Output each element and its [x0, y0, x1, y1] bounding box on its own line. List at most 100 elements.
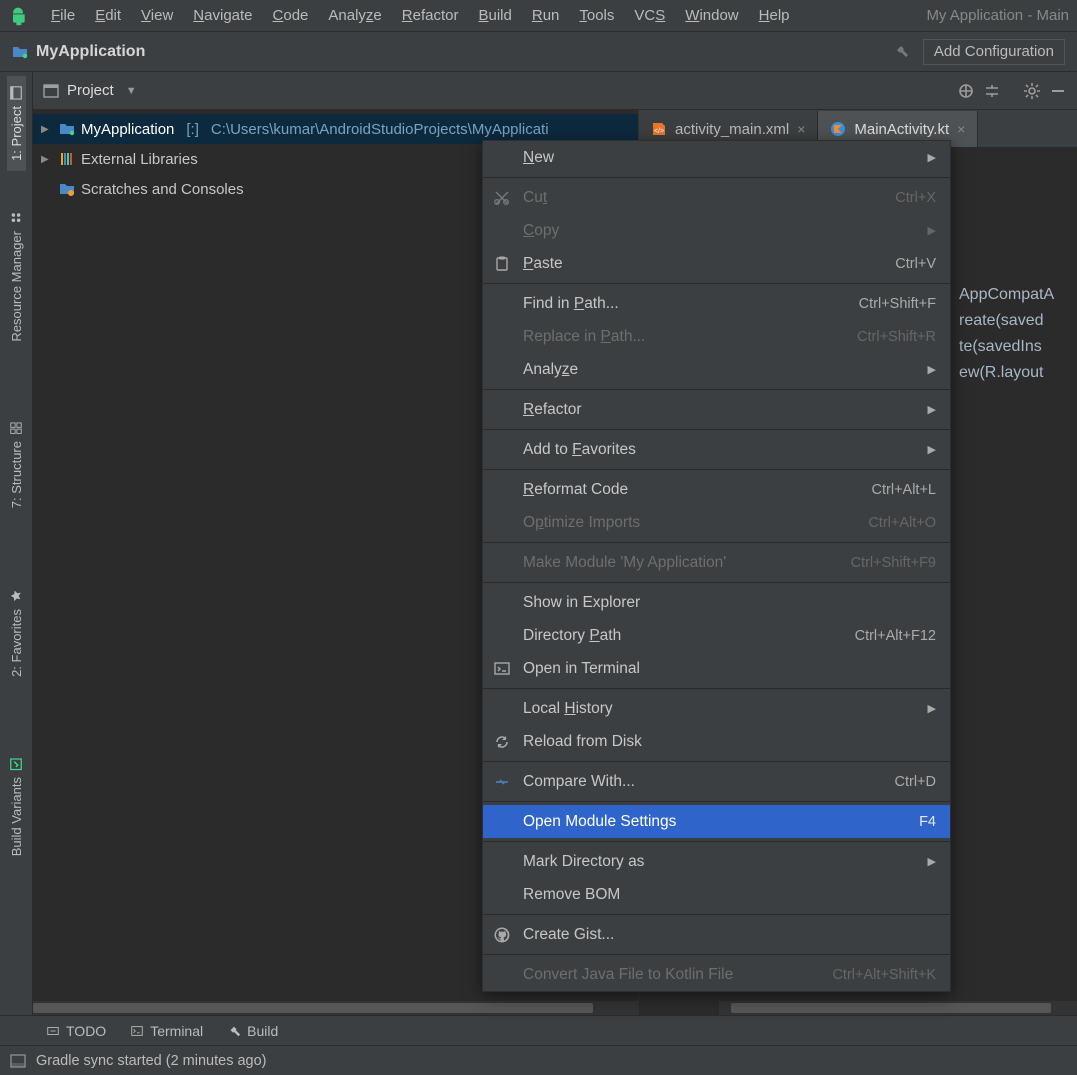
menu-edit[interactable]: Edit [86, 3, 130, 28]
menu-item-open-in-terminal[interactable]: Open in Terminal [483, 652, 950, 685]
menu-refactor[interactable]: Refactor [393, 3, 468, 28]
menu-shortcut: Ctrl+Shift+R [857, 329, 936, 345]
menu-item-label: Refactor [523, 401, 582, 419]
build-icon[interactable] [893, 43, 911, 61]
menu-navigate[interactable]: Navigate [184, 3, 261, 28]
bottom-tab-label: Build [247, 1023, 278, 1039]
menu-item-label: New [523, 149, 554, 167]
left-tab-1-project[interactable]: 1: Project [7, 76, 26, 171]
menu-item-add-to-favorites[interactable]: Add to Favorites▶ [483, 433, 950, 466]
left-tab-icon [9, 211, 23, 225]
bottom-tab-todo[interactable]: TODO [46, 1023, 106, 1039]
hide-tool-icon[interactable] [1049, 82, 1067, 100]
submenu-arrow-icon: ▶ [928, 363, 936, 376]
close-tab-icon[interactable]: × [797, 121, 805, 137]
menu-item-reformat-code[interactable]: Reformat CodeCtrl+Alt+L [483, 473, 950, 506]
left-tab-icon [9, 757, 23, 771]
run-configuration-combo[interactable]: Add Configuration [923, 39, 1065, 65]
menu-item-mark-directory-as[interactable]: Mark Directory as▶ [483, 845, 950, 878]
horizontal-scrollbar[interactable] [33, 1001, 638, 1015]
tree-label: External Libraries [81, 151, 198, 168]
menu-tools[interactable]: Tools [570, 3, 623, 28]
left-tab-label: Build Variants [9, 777, 24, 856]
menu-item-replace-in-path: Replace in Path...Ctrl+Shift+R [483, 320, 950, 353]
breadcrumb-project[interactable]: MyApplication [36, 43, 145, 61]
chevron-down-icon[interactable]: ▼ [126, 85, 137, 97]
tree-suffix: [:] [186, 121, 199, 138]
scratches-icon [59, 181, 75, 197]
menu-item-local-history[interactable]: Local History▶ [483, 692, 950, 725]
left-tab-2-favorites[interactable]: 2: Favorites [7, 579, 26, 687]
context-menu[interactable]: New▶CutCtrl+XCopy▶PasteCtrl+VFind in Pat… [482, 140, 951, 992]
expand-arrow-icon[interactable] [41, 154, 53, 165]
menu-code[interactable]: Code [264, 3, 318, 28]
menu-item-label: Open Module Settings [523, 813, 676, 831]
menu-item-label: Local History [523, 700, 613, 718]
menu-item-show-in-explorer[interactable]: Show in Explorer [483, 586, 950, 619]
menu-window[interactable]: Window [676, 3, 747, 28]
left-tab-build-variants[interactable]: Build Variants [7, 747, 26, 866]
menu-separator [483, 469, 950, 470]
menu-help[interactable]: Help [750, 3, 799, 28]
bottom-tab-label: TODO [66, 1023, 106, 1039]
menu-item-label: Create Gist... [523, 926, 614, 944]
status-text: Gradle sync started (2 minutes ago) [36, 1053, 267, 1069]
scrollbar-thumb[interactable] [731, 1003, 1051, 1013]
menu-item-label: Compare With... [523, 773, 635, 791]
menu-item-refactor[interactable]: Refactor▶ [483, 393, 950, 426]
close-tab-icon[interactable]: × [957, 121, 965, 137]
left-tab-label: 1: Project [9, 106, 24, 161]
cut-icon [493, 189, 511, 207]
status-icon[interactable] [10, 1053, 26, 1069]
menu-item-reload-from-disk[interactable]: Reload from Disk [483, 725, 950, 758]
left-tab-resource-manager[interactable]: Resource Manager [7, 201, 26, 352]
project-view-label[interactable]: Project [67, 82, 114, 99]
scrollbar-thumb[interactable] [33, 1003, 593, 1013]
menu-item-open-module-settings[interactable]: Open Module Settings F4 [483, 805, 950, 838]
menu-run[interactable]: Run [523, 3, 569, 28]
menu-shortcut: F4 [919, 814, 936, 830]
menu-item-remove-bom[interactable]: Remove BOM [483, 878, 950, 911]
menu-shortcut: Ctrl+D [895, 774, 937, 790]
menu-item-convert-java-file-to-kotlin-file: Convert Java File to Kotlin FileCtrl+Alt… [483, 958, 950, 991]
menu-shortcut: Ctrl+Shift+F9 [851, 555, 936, 571]
menu-item-label: Mark Directory as [523, 853, 644, 871]
expand-arrow-icon[interactable] [41, 124, 53, 135]
menu-file[interactable]: File [42, 3, 84, 28]
menu-item-label: Directory Path [523, 627, 621, 645]
menu-item-paste[interactable]: PasteCtrl+V [483, 247, 950, 280]
menu-item-directory-path[interactable]: Directory Path Ctrl+Alt+F12 [483, 619, 950, 652]
bottom-tab-terminal[interactable]: Terminal [130, 1023, 203, 1039]
bottom-tool-tabs: TODO Terminal Build [0, 1015, 1077, 1045]
paste-icon [493, 255, 511, 273]
editor-horizontal-scrollbar[interactable] [719, 1001, 1077, 1015]
select-opened-file-icon[interactable] [957, 82, 975, 100]
collapse-all-icon[interactable] [983, 82, 1001, 100]
menu-separator [483, 761, 950, 762]
menu-item-new[interactable]: New▶ [483, 141, 950, 174]
menu-analyze[interactable]: Analyze [319, 3, 390, 28]
navigation-bar: MyApplication Add Configuration [0, 32, 1077, 72]
menu-vcs[interactable]: VCS [625, 3, 674, 28]
menu-item-create-gist[interactable]: Create Gist... [483, 918, 950, 951]
menu-build[interactable]: Build [469, 3, 520, 28]
menu-shortcut: Ctrl+Alt+F12 [855, 628, 936, 644]
left-tab-icon [9, 421, 23, 435]
menu-item-find-in-path[interactable]: Find in Path...Ctrl+Shift+F [483, 287, 950, 320]
menu-view[interactable]: View [132, 3, 182, 28]
left-tab-7-structure[interactable]: 7: Structure [7, 411, 26, 518]
menu-item-compare-with[interactable]: Compare With... Ctrl+D [483, 765, 950, 798]
menu-item-analyze[interactable]: Analyze▶ [483, 353, 950, 386]
menu-item-label: Open in Terminal [523, 660, 640, 678]
menu-shortcut: Ctrl+Alt+O [868, 515, 936, 531]
code-text: ew(R.layout [959, 360, 1077, 386]
window-title: My Application - Main [926, 7, 1069, 24]
bottom-tab-label: Terminal [150, 1023, 203, 1039]
bottom-tab-build[interactable]: Build [227, 1023, 278, 1039]
settings-icon[interactable] [1023, 82, 1041, 100]
code-text: AppCompatA [959, 282, 1077, 308]
menu-item-label: Add to Favorites [523, 441, 636, 459]
menu-shortcut: Ctrl+Shift+F [859, 296, 936, 312]
left-tab-icon [9, 86, 23, 100]
menu-separator [483, 801, 950, 802]
